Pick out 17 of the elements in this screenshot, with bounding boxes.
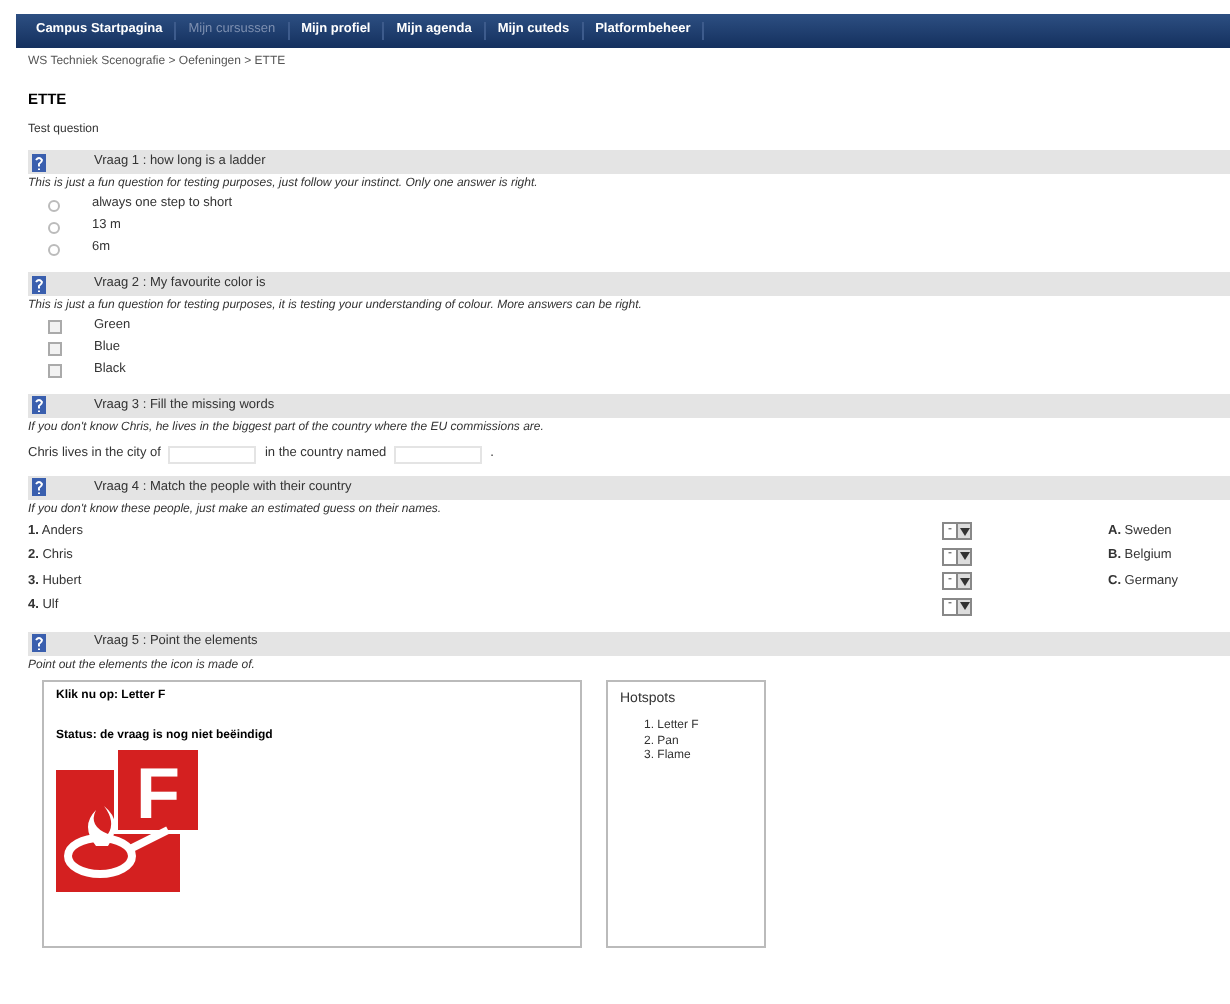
help-icon — [32, 634, 46, 653]
help-icon — [32, 478, 46, 497]
help-icon — [32, 275, 46, 294]
help-icon — [32, 396, 46, 415]
caret-icon — [959, 527, 969, 536]
radio-button[interactable] — [48, 243, 60, 256]
input-field[interactable] — [168, 445, 257, 464]
help-icon — [32, 153, 46, 172]
input-field[interactable] — [394, 445, 483, 464]
caret-icon — [959, 552, 969, 561]
radio-button[interactable] — [48, 199, 60, 212]
checkbox[interactable] — [48, 319, 62, 334]
caret-icon — [959, 602, 969, 611]
caret-icon — [959, 577, 969, 586]
checkbox[interactable] — [48, 341, 62, 356]
radio-button[interactable] — [48, 221, 60, 234]
checkbox[interactable] — [48, 363, 62, 378]
